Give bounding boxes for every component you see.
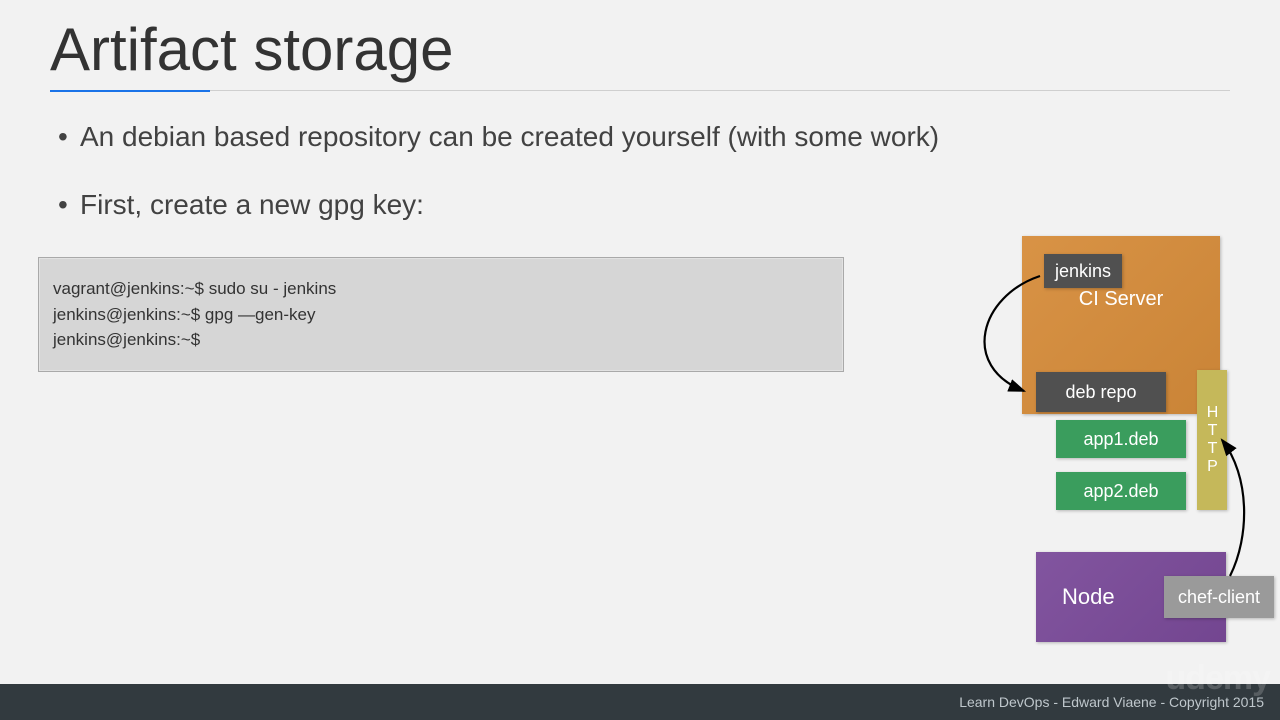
jenkins-box: jenkins xyxy=(1044,254,1122,288)
app2-box: app2.deb xyxy=(1056,472,1186,510)
watermark: udemy xyxy=(1165,659,1270,698)
slide-title: Artifact storage xyxy=(0,0,1280,90)
bullet-item: First, create a new gpg key: xyxy=(80,189,1220,221)
http-box: HTTP xyxy=(1197,370,1227,510)
title-underline xyxy=(50,90,1230,91)
code-line: vagrant@jenkins:~$ sudo su - jenkins xyxy=(53,276,829,302)
deb-repo-box: deb repo xyxy=(1036,372,1166,412)
bullet-item: An debian based repository can be create… xyxy=(80,121,1220,153)
code-line: jenkins@jenkins:~$ xyxy=(53,327,829,353)
bullet-list: An debian based repository can be create… xyxy=(0,91,1280,221)
chef-client-box: chef-client xyxy=(1164,576,1274,618)
code-block: vagrant@jenkins:~$ sudo su - jenkins jen… xyxy=(38,257,844,372)
code-line: jenkins@jenkins:~$ gpg —gen-key xyxy=(53,302,829,328)
app1-box: app1.deb xyxy=(1056,420,1186,458)
footer: Learn DevOps - Edward Viaene - Copyright… xyxy=(0,684,1280,720)
architecture-diagram: CI Server jenkins deb repo app1.deb app2… xyxy=(950,236,1250,656)
